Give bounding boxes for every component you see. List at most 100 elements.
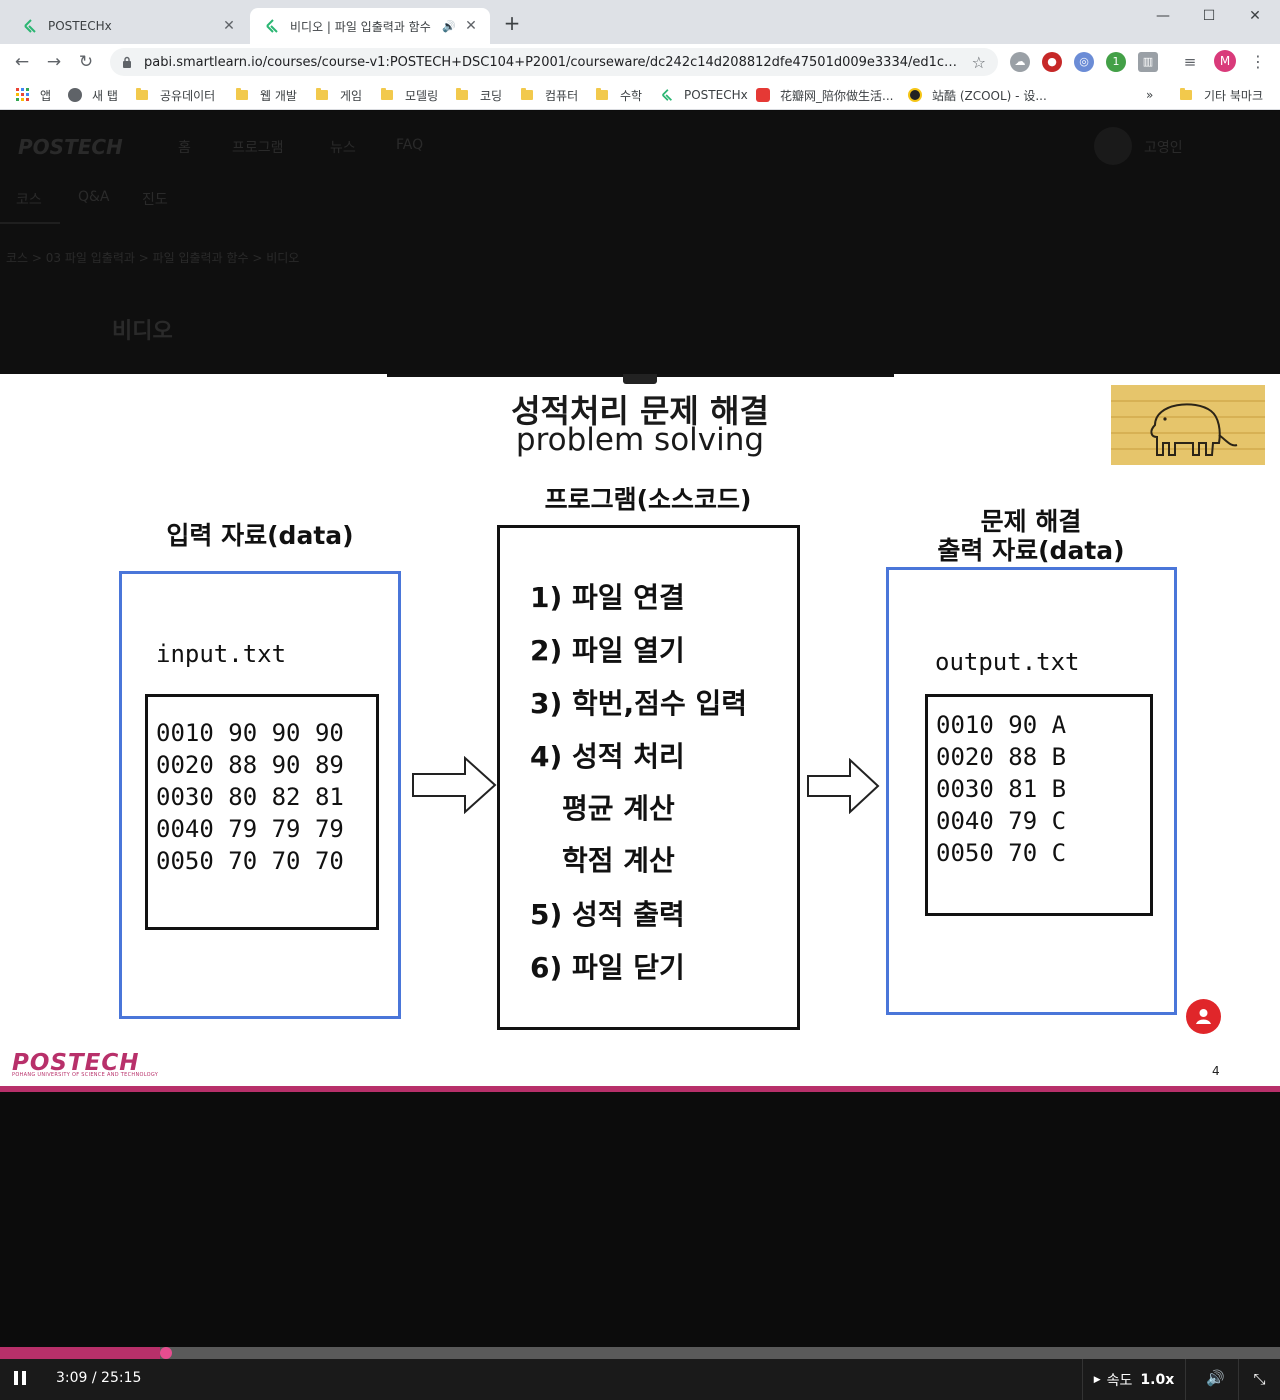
user-name[interactable]: 고영인 [1144, 137, 1183, 157]
program-step: 2) 파일 열기 [530, 634, 685, 667]
bookmark-folder[interactable]: 게임 [316, 85, 362, 105]
input-row: 0030 80 82 81 [156, 783, 344, 811]
close-window-button[interactable]: ✕ [1232, 4, 1278, 28]
dimmed-page: POSTECH 홈 프로그램 뉴스 FAQ 고영인 코스 Q&A 진도 코스 >… [0, 111, 1280, 374]
bookmark-huaban[interactable]: 花瓣网_陪你做生活... [756, 85, 893, 105]
caret-right-icon: ▶ [1093, 1374, 1101, 1385]
bookmark-folder[interactable]: 수학 [596, 85, 642, 105]
bookmark-folder[interactable]: 코딩 [456, 85, 502, 105]
extension-cloud-icon[interactable]: ☁ [1010, 52, 1030, 72]
program-steps-box: 1) 파일 연결 2) 파일 열기 3) 학번,점수 입력 4) 성적 처리 평… [497, 525, 800, 1030]
bookmark-postechx[interactable]: POSTECHx [660, 85, 748, 105]
postechx-favicon-icon [266, 19, 278, 33]
slide-title-english: problem solving [515, 422, 765, 458]
output-file-name: output.txt [935, 648, 1080, 676]
reload-button[interactable]: ↻ [74, 50, 98, 74]
close-tab-icon[interactable]: ✕ [462, 18, 480, 34]
zcool-icon [908, 88, 922, 102]
volume-button[interactable]: 🔊 [1206, 1369, 1225, 1387]
bookmark-folder[interactable]: 모델링 [381, 85, 438, 105]
subnav-course[interactable]: 코스 [16, 189, 42, 209]
input-file-contents: 0010 90 90 90 0020 88 90 89 0030 80 82 8… [145, 694, 379, 930]
output-row: 0020 88 B [936, 743, 1067, 771]
output-row: 0040 79 C [936, 807, 1067, 835]
extension-reader-icon[interactable]: ▥ [1138, 52, 1158, 72]
nav-faq[interactable]: FAQ [396, 137, 423, 153]
bookmark-folder[interactable]: 공유데이터 [136, 85, 215, 105]
screen: POSTECHx ✕ 비디오 | 파일 입출력과 함수 🔊 ✕ + — ☐ ✕ … [0, 0, 1280, 1400]
extension-shield-icon[interactable]: 1 [1106, 52, 1126, 72]
page-heading: 비디오 [112, 319, 173, 344]
exit-fullscreen-button[interactable]: ⤡ [1238, 1359, 1280, 1400]
input-row: 0010 90 90 90 [156, 719, 344, 747]
elephant-icon [1111, 400, 1265, 456]
output-file-contents: 0010 90 A 0020 88 B 0030 81 B 0040 79 C … [925, 694, 1153, 916]
folder-icon [521, 88, 533, 100]
audio-playing-icon[interactable]: 🔊 [442, 20, 456, 33]
tab-postechx[interactable]: POSTECHx ✕ [8, 8, 248, 44]
close-tab-icon[interactable]: ✕ [220, 18, 238, 34]
forward-button[interactable]: → [42, 50, 66, 74]
video-time: 3:09 / 25:15 [56, 1370, 142, 1386]
bookmark-label: 수학 [620, 88, 643, 103]
extension-blocker-icon[interactable]: ● [1042, 52, 1062, 72]
speed-value: 1.0x [1140, 1371, 1175, 1388]
video-progress-fill [0, 1347, 160, 1359]
media-control-icon[interactable]: ≡ [1180, 52, 1200, 72]
speed-label: 속도 [1106, 1372, 1133, 1389]
subnav-qna[interactable]: Q&A [78, 189, 110, 205]
output-data-box: output.txt 0010 90 A 0020 88 B 0030 81 B… [886, 567, 1177, 1015]
address-bar[interactable]: pabi.smartlearn.io/courses/course-v1:POS… [110, 48, 998, 76]
profile-avatar[interactable]: M [1214, 50, 1236, 72]
subnav-progress[interactable]: 진도 [142, 189, 168, 209]
bookmark-folder[interactable]: 웹 개발 [236, 85, 297, 105]
new-tab-button[interactable]: + [500, 12, 524, 36]
program-substep: 학점 계산 [562, 844, 675, 877]
bookmark-star-icon[interactable]: ☆ [972, 53, 986, 72]
input-row: 0050 70 70 70 [156, 847, 344, 875]
bookmark-other[interactable]: 기타 북마크 [1180, 85, 1263, 105]
user-avatar[interactable] [1094, 127, 1132, 165]
program-step: 5) 성적 출력 [530, 898, 685, 931]
bookmark-zcool[interactable]: 站酷 (ZCOOL) - 设... [908, 85, 1047, 105]
bookmark-folder[interactable]: 컴퓨터 [521, 85, 578, 105]
pause-button[interactable] [14, 1371, 28, 1387]
bookmark-apps[interactable]: 앱 [16, 85, 51, 105]
maximize-window-button[interactable]: ☐ [1186, 4, 1232, 28]
bookmarks-bar: 앱 새 탭 공유데이터 웹 개발 게임 모델링 코딩 컴퓨터 수학 POSTEC… [0, 80, 1280, 110]
input-data-label: 입력 자료(data) [166, 521, 354, 550]
bookmark-label: 앱 [40, 88, 52, 103]
program-label: 프로그램(소스코드) [544, 485, 752, 514]
url-text: pabi.smartlearn.io/courses/course-v1:POS… [144, 54, 964, 70]
folder-icon [1180, 88, 1192, 100]
pause-icon [22, 1371, 26, 1385]
video-progress-handle[interactable] [160, 1347, 172, 1359]
extension-compass-icon[interactable]: ◎ [1074, 52, 1094, 72]
huaban-icon [756, 88, 770, 102]
nav-home[interactable]: 홈 [178, 137, 191, 157]
video-progress-bar[interactable] [0, 1347, 1280, 1359]
playback-speed-button[interactable]: ▶ 속도 1.0x [1082, 1359, 1186, 1400]
minimize-window-button[interactable]: — [1140, 4, 1186, 28]
postechx-favicon-icon [662, 89, 672, 101]
bookmark-label: 새 탭 [92, 88, 118, 103]
output-data-label: 출력 자료(data) [937, 536, 1125, 565]
program-step: 1) 파일 연결 [530, 581, 685, 614]
nav-news[interactable]: 뉴스 [330, 137, 356, 157]
tab-strip: POSTECHx ✕ 비디오 | 파일 입출력과 함수 🔊 ✕ + — ☐ ✕ [0, 0, 1280, 44]
bookmarks-overflow-button[interactable]: » [1146, 85, 1153, 105]
tab-video[interactable]: 비디오 | 파일 입출력과 함수 🔊 ✕ [250, 8, 490, 44]
nav-programs[interactable]: 프로그램 [232, 137, 284, 157]
elephant-sketch-image [1111, 385, 1265, 465]
video-frame-slide[interactable]: 성적처리 문제 해결 problem solving 입력 자료(data) i… [0, 374, 1280, 1092]
back-button[interactable]: ← [10, 50, 34, 74]
input-row: 0040 79 79 79 [156, 815, 344, 843]
apps-grid-icon [16, 88, 29, 101]
input-data-box: input.txt 0010 90 90 90 0020 88 90 89 00… [119, 571, 401, 1019]
bookmark-new-tab[interactable]: 새 탭 [68, 85, 118, 105]
globe-icon [68, 88, 82, 102]
browser-menu-icon[interactable]: ⋮ [1250, 50, 1266, 74]
overflow-chevron-icon: » [1146, 88, 1154, 102]
output-row: 0030 81 B [936, 775, 1067, 803]
bookmark-label: 코딩 [480, 88, 503, 103]
